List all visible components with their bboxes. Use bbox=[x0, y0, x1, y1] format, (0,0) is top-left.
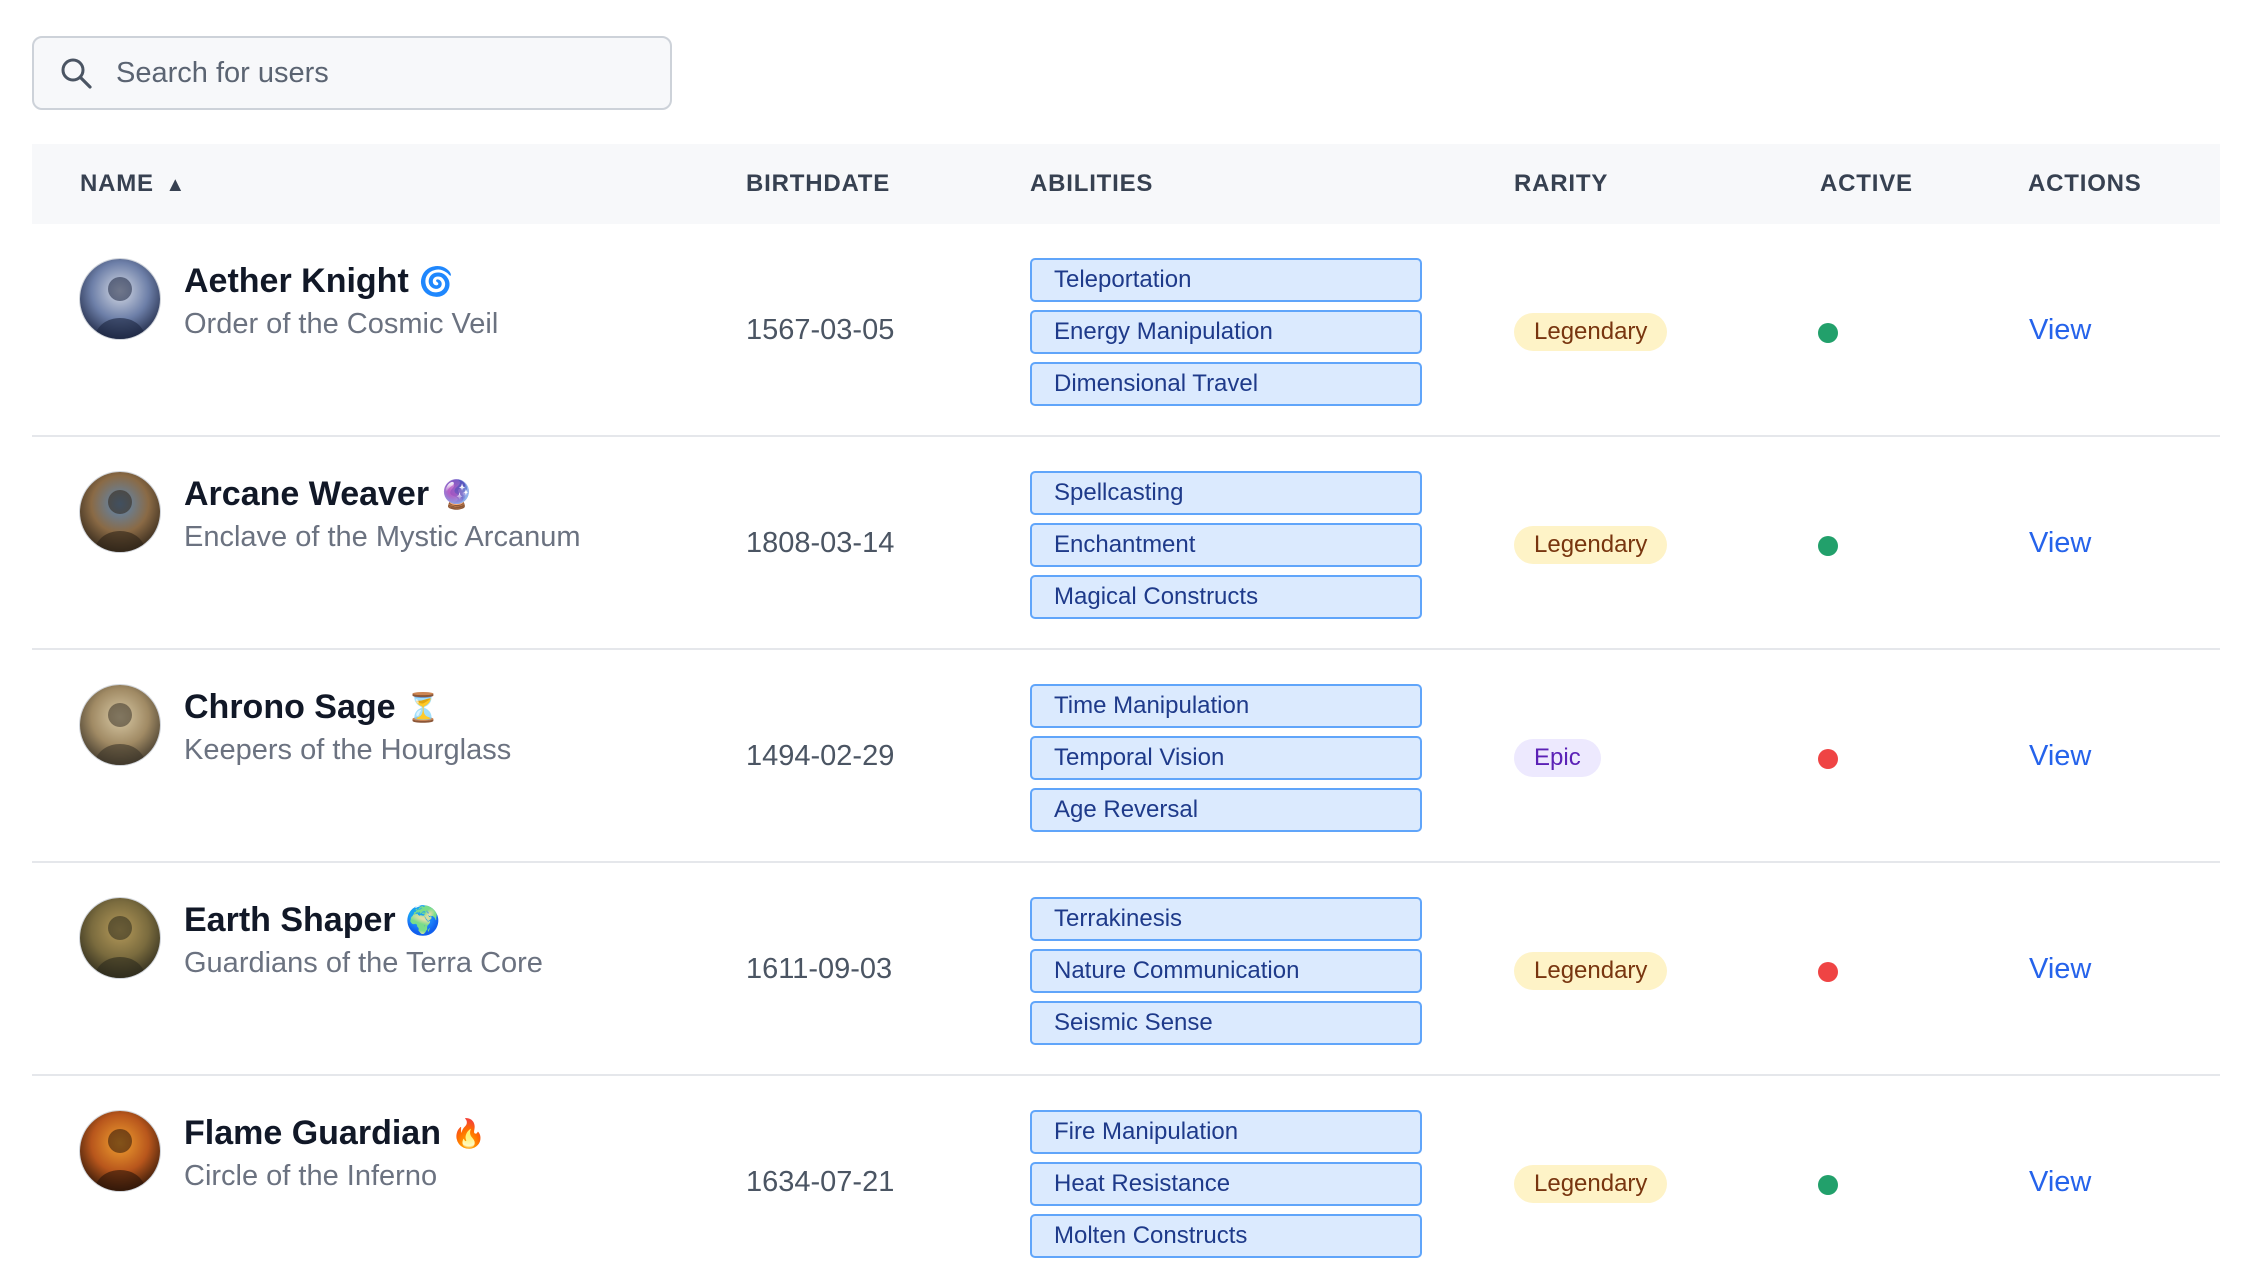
search-box[interactable] bbox=[32, 36, 672, 110]
view-link[interactable]: View bbox=[2029, 527, 2091, 560]
user-emoji-icon: 🌀 bbox=[418, 266, 454, 297]
active-status-dot bbox=[1818, 1175, 1838, 1195]
table-body: Aether Knight 🌀 Order of the Cosmic Veil… bbox=[32, 224, 2220, 1280]
user-name-line: Arcane Weaver 🔮 bbox=[184, 475, 474, 514]
users-table: NAME ▲ BIRTHDATE ABILITIES RARITY ACTIVE… bbox=[32, 144, 2220, 1280]
abilities-list: Terrakinesis Nature Communication Seismic … bbox=[1030, 897, 1422, 1053]
abilities-list: Teleportation Energy Manipulation Dimensio… bbox=[1030, 258, 1422, 414]
ability-tag: Energy Manipulation bbox=[1030, 310, 1422, 354]
user-emoji-icon: 🌍 bbox=[405, 905, 441, 936]
search-icon bbox=[56, 53, 96, 93]
user-name-line: Chrono Sage ⏳ bbox=[184, 688, 440, 727]
table-header: NAME ▲ BIRTHDATE ABILITIES RARITY ACTIVE… bbox=[32, 144, 2220, 224]
abilities-list: Spellcasting Enchantment Magical Construct… bbox=[1030, 471, 1422, 627]
user-birthdate: 1634-07-21 bbox=[746, 1166, 895, 1198]
user-birthdate: 1611-09-03 bbox=[746, 953, 893, 985]
table-row: Aether Knight 🌀 Order of the Cosmic Veil… bbox=[32, 224, 2220, 437]
avatar bbox=[80, 1111, 160, 1191]
column-header-active: ACTIVE bbox=[1820, 170, 1913, 197]
table-row: Arcane Weaver 🔮 Enclave of the Mystic Ar… bbox=[32, 437, 2220, 650]
ability-tag: Temporal Vision bbox=[1030, 736, 1422, 780]
user-name: Arcane Weaver bbox=[184, 475, 430, 513]
ability-tag: Nature Communication bbox=[1030, 949, 1422, 993]
ability-tag: Dimensional Travel bbox=[1030, 362, 1422, 406]
user-organization: Enclave of the Mystic Arcanum bbox=[184, 521, 581, 553]
ability-tag: Seismic Sense bbox=[1030, 1001, 1422, 1045]
view-link[interactable]: View bbox=[2029, 953, 2091, 986]
user-organization: Keepers of the Hourglass bbox=[184, 734, 512, 766]
user-birthdate: 1808-03-14 bbox=[746, 527, 895, 559]
ability-tag: Heat Resistance bbox=[1030, 1162, 1422, 1206]
view-link[interactable]: View bbox=[2029, 1166, 2091, 1199]
ability-tag: Spellcasting bbox=[1030, 471, 1422, 515]
rarity-badge: Legendary bbox=[1514, 952, 1668, 990]
ability-tag: Age Reversal bbox=[1030, 788, 1422, 832]
ability-tag: Terrakinesis bbox=[1030, 897, 1422, 941]
table-row: Earth Shaper 🌍 Guardians of the Terra Co… bbox=[32, 863, 2220, 1076]
user-name: Chrono Sage bbox=[184, 688, 396, 726]
user-emoji-icon: 🔮 bbox=[439, 479, 474, 510]
view-link[interactable]: View bbox=[2029, 740, 2091, 773]
rarity-badge: Epic bbox=[1514, 739, 1601, 777]
column-header-name[interactable]: NAME ▲ bbox=[80, 144, 186, 224]
user-name: Earth Shaper bbox=[184, 901, 396, 939]
column-header-actions: ACTIONS bbox=[2028, 170, 2142, 197]
user-organization: Circle of the Inferno bbox=[184, 1160, 438, 1192]
user-organization: Guardians of the Terra Core bbox=[184, 947, 543, 979]
abilities-list: Time Manipulation Temporal Vision Age Reve… bbox=[1030, 684, 1422, 840]
column-header-name-label: NAME bbox=[80, 170, 154, 197]
user-name-line: Flame Guardian 🔥 bbox=[184, 1114, 486, 1153]
active-status-dot bbox=[1818, 536, 1838, 556]
user-organization: Order of the Cosmic Veil bbox=[184, 308, 499, 340]
sort-ascending-icon: ▲ bbox=[165, 174, 186, 196]
user-emoji-icon: ⏳ bbox=[405, 692, 441, 723]
user-name-line: Aether Knight 🌀 bbox=[184, 262, 454, 301]
ability-tag: Fire Manipulation bbox=[1030, 1110, 1422, 1154]
inactive-status-dot bbox=[1818, 962, 1838, 982]
table-row: Chrono Sage ⏳ Keepers of the Hourglass 1… bbox=[32, 650, 2220, 863]
user-emoji-icon: 🔥 bbox=[450, 1118, 486, 1149]
search-input[interactable] bbox=[114, 55, 658, 91]
rarity-badge: Legendary bbox=[1514, 1165, 1668, 1203]
column-header-abilities: ABILITIES bbox=[1030, 170, 1154, 197]
ability-tag: Time Manipulation bbox=[1030, 684, 1422, 728]
user-name: Flame Guardian bbox=[184, 1114, 441, 1152]
avatar bbox=[80, 259, 160, 339]
active-status-dot bbox=[1818, 323, 1838, 343]
rarity-badge: Legendary bbox=[1514, 313, 1668, 351]
ability-tag: Teleportation bbox=[1030, 258, 1422, 302]
avatar bbox=[80, 898, 160, 978]
ability-tag: Enchantment bbox=[1030, 523, 1422, 567]
column-header-rarity: RARITY bbox=[1514, 170, 1609, 197]
ability-tag: Magical Constructs bbox=[1030, 575, 1422, 619]
avatar bbox=[80, 472, 160, 552]
view-link[interactable]: View bbox=[2029, 314, 2091, 347]
user-birthdate: 1567-03-05 bbox=[746, 314, 895, 346]
column-header-birthdate: BIRTHDATE bbox=[746, 170, 891, 197]
abilities-list: Fire Manipulation Heat Resistance Molten C… bbox=[1030, 1110, 1422, 1266]
ability-tag: Molten Constructs bbox=[1030, 1214, 1422, 1258]
user-table-page: NAME ▲ BIRTHDATE ABILITIES RARITY ACTIVE… bbox=[0, 0, 2242, 1280]
rarity-badge: Legendary bbox=[1514, 526, 1668, 564]
inactive-status-dot bbox=[1818, 749, 1838, 769]
avatar bbox=[80, 685, 160, 765]
user-name-line: Earth Shaper 🌍 bbox=[184, 901, 441, 940]
user-name: Aether Knight bbox=[184, 262, 409, 300]
user-birthdate: 1494-02-29 bbox=[746, 740, 895, 772]
table-row: Flame Guardian 🔥 Circle of the Inferno 1… bbox=[32, 1076, 2220, 1280]
